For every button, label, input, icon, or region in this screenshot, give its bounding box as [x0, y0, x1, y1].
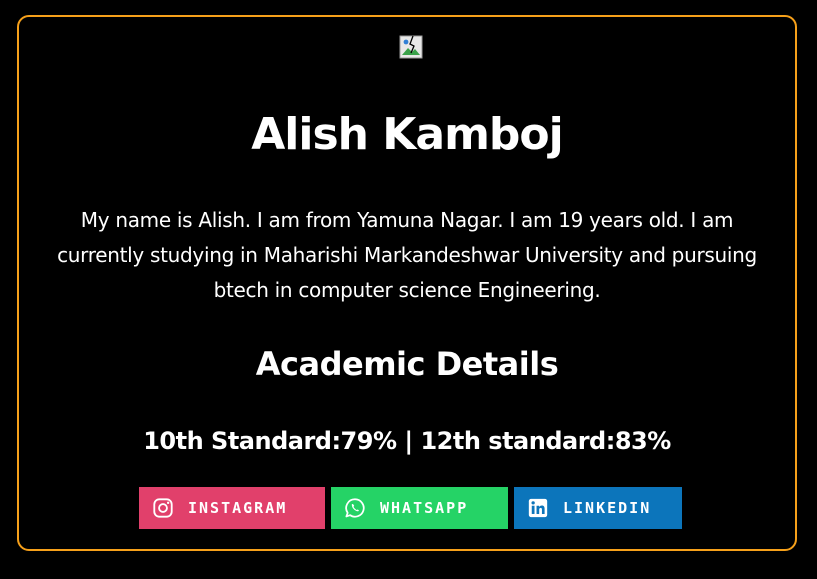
- profile-bio: My name is Alish. I am from Yamuna Nagar…: [57, 208, 757, 302]
- instagram-button[interactable]: INSTAGRAM: [139, 487, 325, 529]
- instagram-label: INSTAGRAM: [188, 499, 288, 517]
- whatsapp-button[interactable]: WHATSAPP: [331, 487, 508, 529]
- broken-image-icon: [399, 35, 423, 59]
- academic-scores: 10th Standard:79% | 12th standard:83%: [143, 427, 671, 455]
- linkedin-label: LINKEDIN: [563, 499, 652, 517]
- linkedin-icon: [528, 498, 548, 518]
- profile-card: Alish Kamboj My name is Alish. I am from…: [17, 15, 797, 551]
- linkedin-button[interactable]: LINKEDIN: [514, 487, 682, 529]
- profile-name: Alish Kamboj: [251, 109, 564, 160]
- instagram-icon: [153, 498, 173, 518]
- academic-details-heading: Academic Details: [255, 345, 559, 383]
- whatsapp-icon: [345, 498, 365, 518]
- whatsapp-label: WHATSAPP: [380, 499, 469, 517]
